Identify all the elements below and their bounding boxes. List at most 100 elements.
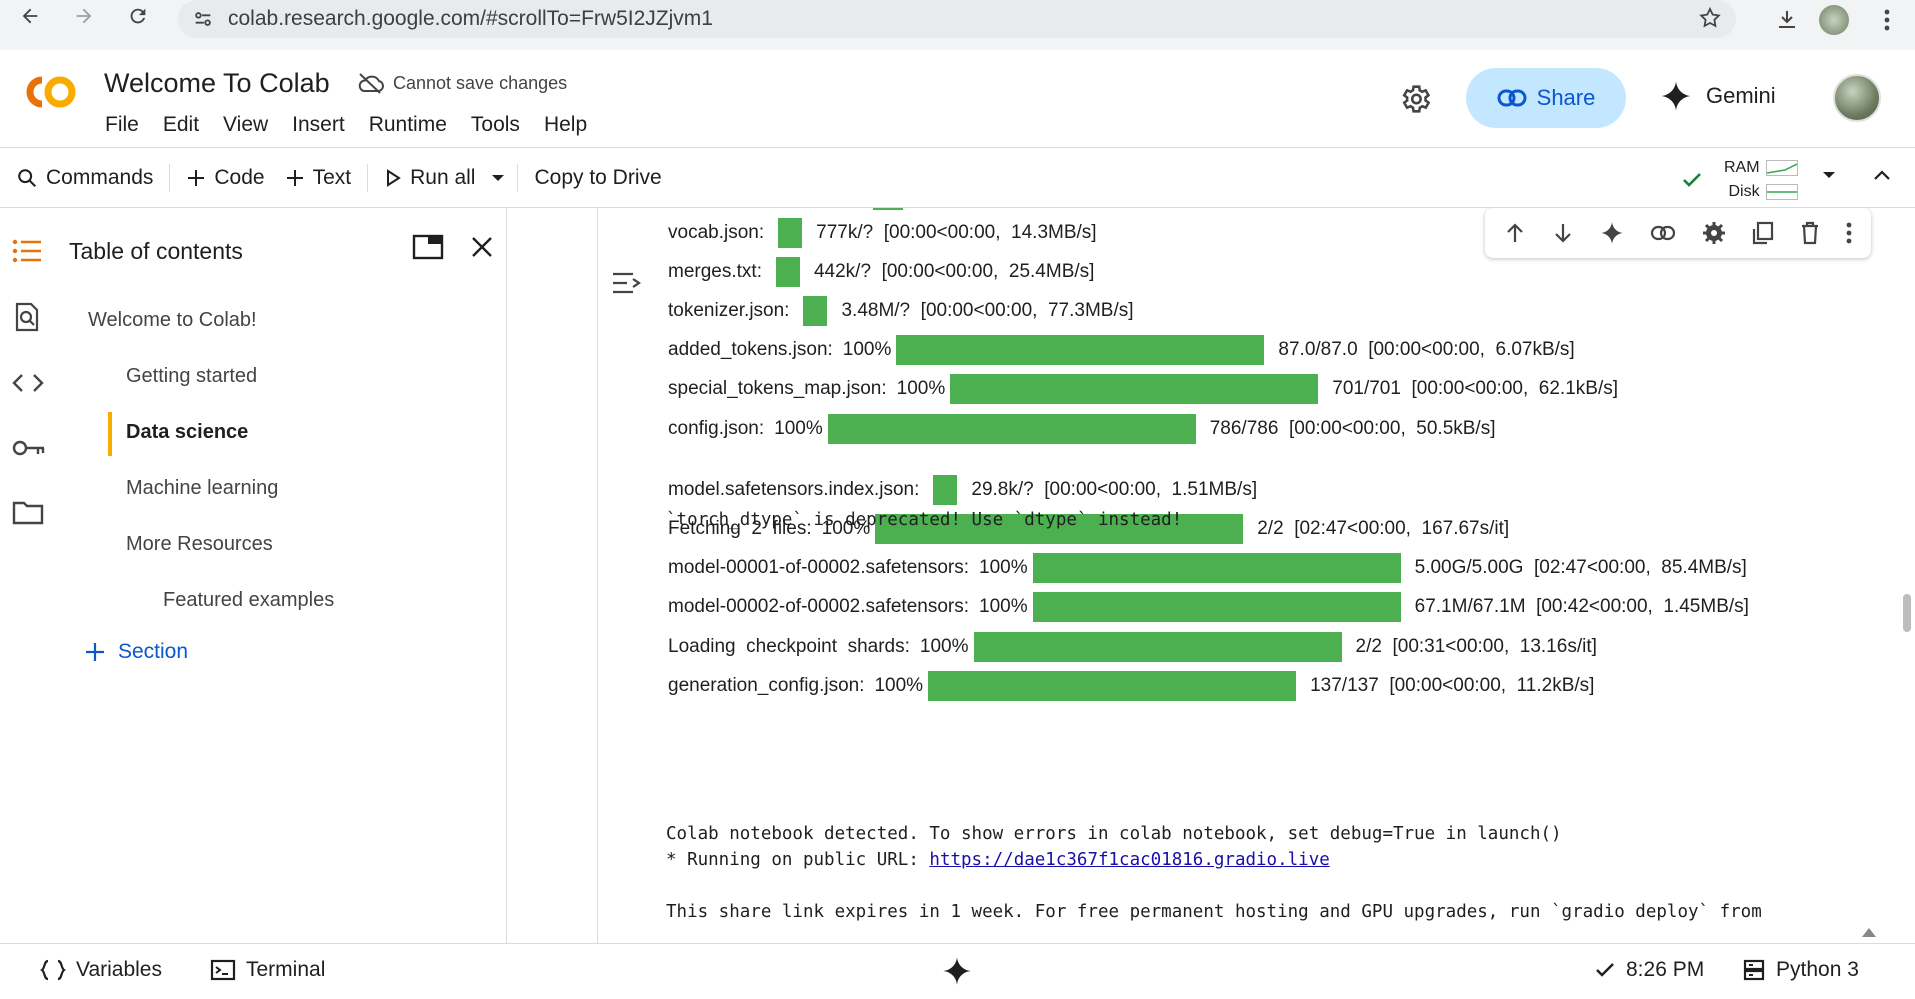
progress-stats: 701/701 [00:00<00:00, 62.1kB/s]	[1332, 378, 1619, 399]
plus-icon	[286, 169, 303, 186]
close-icon[interactable]	[469, 234, 495, 260]
toc-item-machine-learning[interactable]: Machine learning	[126, 477, 278, 500]
progress-row: added_tokens.json: 100% 87.0/87.0 [00:00<0…	[668, 335, 1575, 365]
toc-list-icon[interactable]	[12, 238, 42, 264]
site-info-icon[interactable]	[192, 8, 214, 30]
download-icon[interactable]	[1767, 0, 1807, 40]
progress-percent: 100%	[919, 636, 969, 657]
commands-button[interactable]: Commands	[6, 158, 163, 198]
progress-row: vocab.json: 777k/? [00:00<00:00, 14.3MB/s…	[668, 218, 1097, 248]
bookmark-star-icon[interactable]	[1698, 6, 1722, 30]
save-state[interactable]: Cannot save changes	[357, 72, 567, 94]
server-icon	[1743, 959, 1765, 981]
scrollbar-thumb[interactable]	[1903, 594, 1911, 632]
progress-percent: 100%	[896, 378, 946, 399]
toc-item-featured-examples[interactable]: Featured examples	[163, 589, 334, 612]
account-avatar[interactable]	[1833, 74, 1881, 122]
runtime-type-button[interactable]: Python 3	[1742, 958, 1859, 982]
code-snippets-icon[interactable]	[12, 372, 44, 394]
browser-profile-avatar[interactable]	[1819, 5, 1849, 35]
settings-gear-icon[interactable]	[1398, 82, 1432, 116]
progress-bar	[803, 296, 828, 326]
menu-runtime[interactable]: Runtime	[369, 113, 447, 137]
notebook-toolbar: Commands Code Text Run all Copy to Drive…	[0, 148, 1915, 208]
resource-monitor[interactable]: RAM Disk	[1680, 156, 1798, 204]
cell-link-icon[interactable]	[1650, 225, 1676, 241]
ram-label: RAM	[1724, 159, 1760, 176]
menu-bar: File Edit View Insert Runtime Tools Help	[105, 113, 611, 137]
toc-item-welcome[interactable]: Welcome to Colab!	[88, 309, 257, 332]
progress-bar	[1032, 553, 1401, 583]
gemini-status-button[interactable]	[942, 956, 972, 986]
forward-icon[interactable]	[64, 0, 104, 36]
gemini-sparkle-icon[interactable]	[1600, 221, 1624, 245]
execution-time: 8:26 PM	[1626, 958, 1705, 981]
back-icon[interactable]	[10, 0, 50, 36]
toc-item-getting-started[interactable]: Getting started	[126, 365, 257, 388]
disk-label: Disk	[1728, 183, 1760, 200]
progress-label: Loading checkpoint shards:	[668, 636, 910, 657]
more-options-icon[interactable]	[1846, 222, 1852, 244]
menu-help[interactable]: Help	[544, 113, 587, 137]
open-in-tab-icon[interactable]	[412, 234, 444, 260]
address-bar[interactable]: colab.research.google.com/#scrollTo=Frw5…	[178, 0, 1736, 38]
progress-percent: 100%	[842, 339, 892, 360]
add-section-button[interactable]: Section	[84, 640, 188, 664]
gemini-sparkle-icon	[1661, 81, 1691, 111]
move-up-icon[interactable]	[1504, 222, 1526, 244]
reload-icon[interactable]	[118, 0, 158, 36]
caret-down-icon	[1823, 172, 1835, 178]
progress-label: model-00002-of-00002.safetensors:	[668, 596, 970, 617]
share-link-notice: This share link expires in 1 week. For f…	[666, 902, 1762, 922]
add-text-button[interactable]: Text	[275, 158, 362, 198]
public-url-link[interactable]: https://dae1c367f1cac01816.gradio.live	[929, 850, 1329, 870]
toc-item-data-science[interactable]: Data science	[126, 421, 248, 444]
find-in-file-icon[interactable]	[14, 302, 40, 332]
menu-edit[interactable]: Edit	[163, 113, 199, 137]
variables-button[interactable]: Variables	[40, 958, 162, 982]
copy-to-drive-button[interactable]: Copy to Drive	[524, 158, 671, 198]
progress-bar	[933, 475, 958, 505]
add-code-button[interactable]: Code	[176, 158, 274, 198]
run-all-dropdown[interactable]	[485, 158, 511, 198]
ram-sparkline	[1765, 160, 1798, 176]
browser-menu-icon[interactable]	[1867, 0, 1907, 40]
gemini-sparkle-icon	[943, 957, 971, 985]
menu-file[interactable]: File	[105, 113, 139, 137]
secrets-key-icon[interactable]	[12, 438, 46, 458]
share-button[interactable]: Share	[1466, 68, 1626, 128]
run-all-button[interactable]: Run all	[374, 158, 485, 198]
check-icon	[1596, 963, 1614, 977]
files-folder-icon[interactable]	[12, 500, 44, 526]
progress-row: config.json: 100% 786/786 [00:00<00:00, 50…	[668, 414, 1496, 444]
progress-stats: 137/137 [00:00<00:00, 11.2kB/s]	[1310, 675, 1595, 696]
execution-status[interactable]: 8:26 PM	[1594, 958, 1704, 982]
toolbar-divider	[367, 163, 369, 192]
notebook-title[interactable]: Welcome To Colab	[104, 68, 330, 99]
mirror-cell-icon[interactable]	[1752, 221, 1774, 245]
browser-bar: colab.research.google.com/#scrollTo=Frw5…	[0, 0, 1915, 50]
collapse-header-button[interactable]	[1872, 166, 1892, 186]
runtime-label: Python 3	[1776, 958, 1859, 981]
cell-settings-gear-icon[interactable]	[1702, 221, 1726, 245]
add-text-label: Text	[312, 165, 352, 189]
search-icon	[18, 168, 36, 187]
toc-item-more-resources[interactable]: More Resources	[126, 533, 273, 556]
menu-tools[interactable]: Tools	[471, 113, 520, 137]
terminal-button[interactable]: Terminal	[210, 958, 325, 982]
progress-stats: 442k/? [00:00<00:00, 25.4MB/s]	[813, 261, 1095, 282]
running-prefix: * Running on public URL:	[666, 850, 930, 870]
menu-insert[interactable]: Insert	[292, 113, 345, 137]
url-text[interactable]: colab.research.google.com/#scrollTo=Frw5…	[228, 7, 713, 31]
resource-dropdown[interactable]	[1822, 170, 1836, 180]
progress-row: tokenizer.json: 3.48M/? [00:00<00:00, 77.…	[668, 296, 1134, 326]
scroll-down-arrow-icon[interactable]	[1862, 928, 1876, 937]
delete-trash-icon[interactable]	[1800, 221, 1820, 245]
gemini-button[interactable]: Gemini	[1660, 80, 1776, 112]
toc-active-indicator	[108, 412, 112, 456]
colab-logo[interactable]	[18, 72, 82, 112]
menu-view[interactable]: View	[223, 113, 268, 137]
move-down-icon[interactable]	[1552, 222, 1574, 244]
resource-labels: RAM Disk	[1724, 156, 1798, 204]
output-actions-icon[interactable]	[611, 270, 643, 296]
